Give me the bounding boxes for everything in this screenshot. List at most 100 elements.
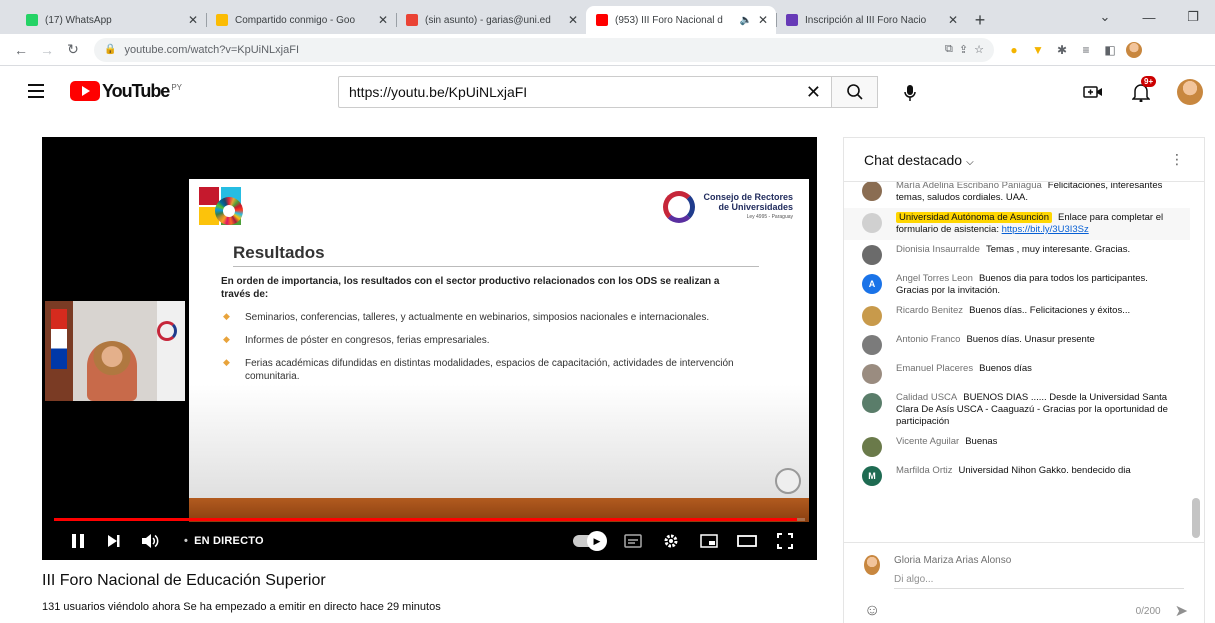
chat-input-area: Gloria Mariza Arias Alonso Di algo... ☺ …	[844, 542, 1204, 623]
cru-ring-icon	[663, 191, 696, 223]
browser-tab[interactable]: (sin asunto) - garias@uni.ed ✕	[396, 6, 586, 34]
chat-message[interactable]: Emanuel Placeres Buenos días	[844, 359, 1190, 388]
browser-tab[interactable]: Compartido conmigo - Goo ✕	[206, 6, 396, 34]
chat-author-avatar[interactable]	[862, 213, 882, 233]
minimize-button[interactable]: —	[1127, 0, 1171, 34]
chat-author-name[interactable]: Universidad Autónoma de Asunción	[896, 212, 1052, 223]
chat-author-name[interactable]: Ricardo Benitez	[896, 305, 963, 316]
theater-mode-button[interactable]	[729, 523, 765, 559]
clear-search-icon[interactable]: ✕	[806, 82, 821, 103]
browser-tab[interactable]: Inscripción al III Foro Nacio ✕	[776, 6, 966, 34]
chat-author-name[interactable]: Emanuel Placeres	[896, 363, 973, 374]
chat-message-link[interactable]: https://bit.ly/3U3I3Sz	[1002, 224, 1089, 235]
extension-icon[interactable]: ▼	[1030, 42, 1046, 58]
volume-button[interactable]	[132, 523, 168, 559]
extension-icon[interactable]: ●	[1006, 42, 1022, 58]
tab-close-icon[interactable]: ✕	[568, 13, 578, 27]
chat-message[interactable]: Ricardo Benitez Buenos días.. Felicitacio…	[844, 301, 1190, 330]
pause-button[interactable]	[60, 523, 96, 559]
search-input[interactable]: https://youtu.be/KpUiNLxjaFI ✕	[338, 76, 832, 108]
send-icon[interactable]: ➤	[1175, 601, 1188, 621]
back-button[interactable]: ←	[8, 37, 34, 63]
slide-heading: Resultados	[233, 243, 325, 262]
chat-message[interactable]: Universidad Autónoma de Asunción Enlace p…	[844, 208, 1190, 240]
chat-message[interactable]: Calidad USCA BUENOS DIAS ...... Desde la …	[844, 388, 1190, 432]
chat-author-avatar[interactable]	[862, 437, 882, 457]
restore-button[interactable]: ❐	[1171, 0, 1215, 34]
voice-search-button[interactable]	[896, 79, 924, 107]
chat-author-name[interactable]: María Adelina Escribano Paniagua	[896, 182, 1042, 191]
browser-tab[interactable]: (953) III Foro Nacional d 🔈 ✕	[586, 6, 776, 34]
tab-search-icon[interactable]: ⌄	[1083, 0, 1127, 34]
browser-tab[interactable]: (17) WhatsApp ✕	[16, 6, 206, 34]
chat-author-avatar[interactable]	[862, 393, 882, 413]
notifications-button[interactable]: 9+	[1129, 76, 1157, 104]
chat-author-avatar[interactable]	[862, 182, 882, 201]
tab-close-icon[interactable]: ✕	[948, 13, 958, 27]
chat-author-avatar[interactable]: A	[862, 274, 882, 294]
tab-close-icon[interactable]: ✕	[188, 13, 198, 27]
paraguay-flag	[51, 309, 67, 369]
fullscreen-button[interactable]	[767, 523, 803, 559]
more-options-icon[interactable]: ⋮	[1170, 151, 1184, 168]
video-player[interactable]: Consejo de Rectores de Universidades Ley…	[42, 137, 817, 560]
tab-close-icon[interactable]: ✕	[758, 13, 768, 27]
tab-close-icon[interactable]: ✕	[378, 13, 388, 27]
autoplay-toggle[interactable]	[573, 531, 607, 551]
share-icon[interactable]: ⇪	[959, 43, 968, 56]
side-panel-icon[interactable]: ◧	[1102, 42, 1118, 58]
chat-message[interactable]: Antonio Franco Buenos días. Unasur presen…	[844, 330, 1190, 359]
forward-button[interactable]: →	[34, 37, 60, 63]
sdg-wheel-icon	[215, 197, 243, 225]
next-button[interactable]	[96, 523, 132, 559]
header-actions: 9+	[1081, 76, 1203, 105]
chat-message[interactable]: Vicente Aguilar Buenas	[844, 432, 1190, 461]
youtube-play-icon	[70, 81, 100, 101]
chat-author-avatar[interactable]	[862, 335, 882, 355]
profile-avatar[interactable]	[1126, 41, 1142, 58]
chat-author-name[interactable]: Vicente Aguilar	[896, 436, 959, 447]
youtube-logo[interactable]: YouTube PY	[70, 81, 182, 102]
chat-author-avatar[interactable]	[862, 364, 882, 384]
menu-icon[interactable]	[28, 79, 52, 103]
create-button[interactable]	[1081, 80, 1105, 104]
address-bar[interactable]: 🔒 youtube.com/watch?v=KpUiNLxjaFI ⧉ ⇪ ☆	[94, 37, 994, 62]
chat-message-input[interactable]: Di algo...	[894, 574, 1184, 589]
chat-mode-selector[interactable]: Chat destacado ⌵	[864, 152, 974, 168]
chat-author-avatar[interactable]	[862, 245, 882, 265]
reload-button[interactable]: ↻	[60, 37, 86, 63]
chat-message[interactable]: María Adelina Escribano Paniagua Felicita…	[844, 182, 1190, 208]
notification-badge: 9+	[1141, 76, 1157, 87]
search-button[interactable]	[832, 76, 878, 108]
tab-audio-icon[interactable]: 🔈	[739, 15, 751, 26]
chat-author-avatar[interactable]: M	[862, 466, 882, 486]
chat-message-text: Buenos días.. Felicitaciones y éxitos...	[969, 305, 1131, 316]
chat-message[interactable]: A Angel Torres Leon Buenos dia para todos …	[844, 269, 1190, 301]
install-app-icon[interactable]: ⧉	[945, 43, 953, 56]
chat-author-name[interactable]: Angel Torres Leon	[896, 273, 973, 284]
account-avatar[interactable]	[1177, 79, 1203, 105]
miniplayer-button[interactable]	[691, 523, 727, 559]
chat-message[interactable]: M Marfilda Ortiz Universidad Nihon Gakko. …	[844, 461, 1190, 490]
tab-title: (17) WhatsApp	[45, 14, 112, 26]
chat-scrollbar[interactable]	[1192, 498, 1200, 538]
progress-fill	[54, 518, 798, 521]
chat-message[interactable]: Dionisia Insaurralde Temas , muy interesa…	[844, 240, 1190, 269]
reading-list-icon[interactable]: ≡	[1078, 42, 1094, 58]
puzzle-icon[interactable]: ✱	[1054, 42, 1070, 58]
live-indicator[interactable]: EN DIRECTO	[184, 535, 264, 547]
chat-author-avatar[interactable]	[862, 306, 882, 326]
chat-author-name[interactable]: Antonio Franco	[896, 334, 960, 345]
chat-user: Gloria Mariza Arias Alonso Di algo...	[864, 555, 1184, 589]
chat-author-name[interactable]: Marfilda Ortiz	[896, 465, 952, 476]
chat-author-name[interactable]: Calidad USCA	[896, 392, 957, 403]
new-tab-button[interactable]: +	[966, 6, 994, 34]
chat-author-name[interactable]: Dionisia Insaurralde	[896, 244, 980, 255]
settings-button[interactable]	[653, 523, 689, 559]
bookmark-star-icon[interactable]: ☆	[974, 43, 984, 56]
cru-name-line1: Consejo de Rectores	[703, 192, 793, 202]
youtube-header: YouTube PY https://youtu.be/KpUiNLxjaFI …	[0, 67, 1215, 115]
emoji-button[interactable]: ☺	[864, 602, 880, 620]
subtitles-button[interactable]	[615, 523, 651, 559]
progress-bar[interactable]	[54, 518, 805, 521]
